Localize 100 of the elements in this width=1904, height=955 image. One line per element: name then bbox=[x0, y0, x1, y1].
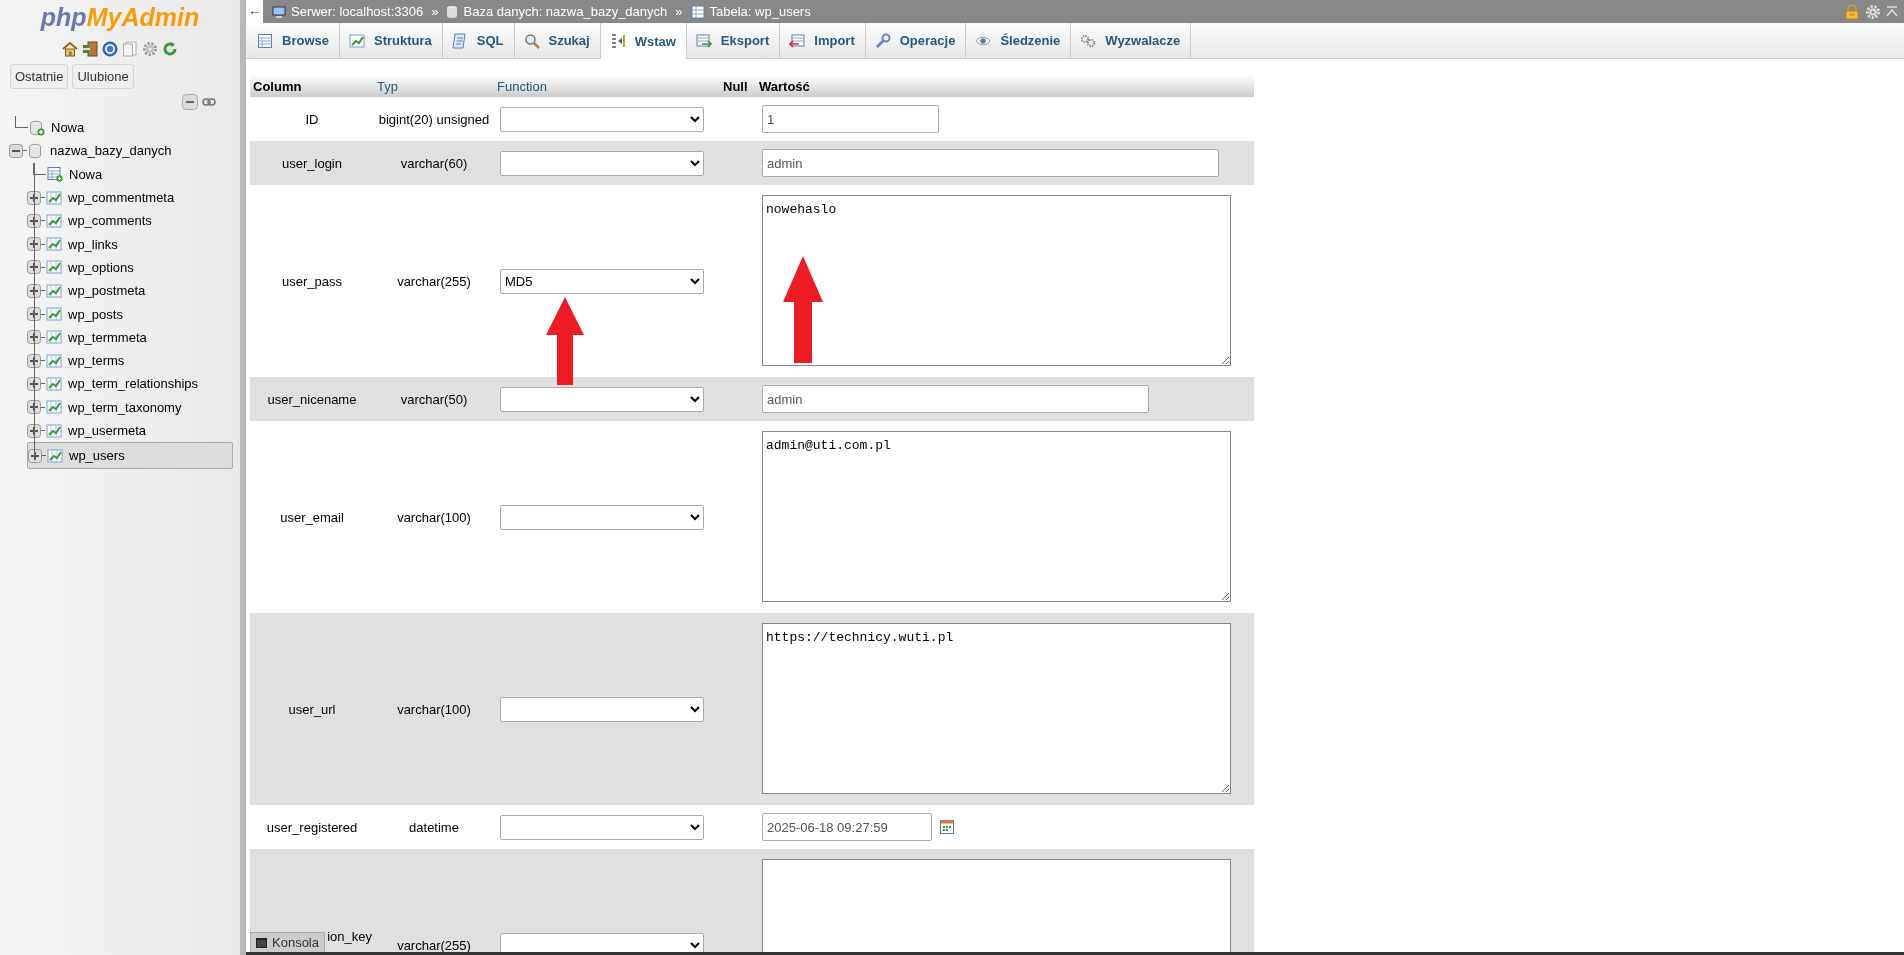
expand-icon[interactable] bbox=[27, 423, 41, 438]
expand-icon[interactable] bbox=[27, 353, 41, 368]
column-type: varchar(50) bbox=[400, 391, 468, 407]
table-chart-icon bbox=[46, 236, 62, 253]
new-table-icon bbox=[47, 166, 63, 183]
table-chart-icon bbox=[46, 399, 62, 416]
insert-rows-icon bbox=[609, 33, 626, 49]
expand-icon[interactable] bbox=[28, 448, 42, 463]
tab[interactable]: Wstaw bbox=[600, 23, 687, 59]
home-icon[interactable] bbox=[62, 41, 78, 57]
table-chart-icon bbox=[46, 352, 62, 369]
tree-item-label[interactable]: wp_users bbox=[63, 448, 125, 464]
tree-item-label[interactable]: Nowa bbox=[63, 166, 103, 182]
table-chart-icon bbox=[46, 212, 62, 229]
column-name: user_registered bbox=[266, 819, 358, 835]
expand-icon[interactable] bbox=[27, 260, 41, 275]
new-database-icon bbox=[29, 119, 45, 136]
tree-item-label[interactable]: wp_postmeta bbox=[62, 283, 146, 299]
column-type: varchar(60) bbox=[400, 155, 468, 171]
settings-icon[interactable] bbox=[142, 41, 158, 57]
value-textarea[interactable]: nowehaslo bbox=[762, 195, 1231, 366]
help-icon[interactable] bbox=[102, 41, 118, 57]
column-type: varchar(255) bbox=[397, 937, 471, 952]
sidebar-button[interactable]: Ulubione bbox=[72, 64, 134, 89]
reload-icon[interactable] bbox=[162, 41, 178, 57]
collapse-icon[interactable] bbox=[9, 143, 23, 158]
column-name: user_url bbox=[288, 701, 336, 717]
breadcrumb-separator: » bbox=[674, 4, 684, 19]
tree-item-label[interactable]: wp_term_relationships bbox=[62, 376, 199, 392]
column-name: ID bbox=[305, 111, 319, 127]
column-header-link[interactable]: Typ bbox=[377, 78, 398, 94]
column-header: Wartość bbox=[759, 78, 810, 94]
table-chart-icon bbox=[46, 189, 62, 206]
breadcrumb-separator: » bbox=[430, 4, 440, 19]
value-textarea[interactable]: https://technicy.wuti.pl bbox=[762, 623, 1231, 794]
column-type: bigint(20) unsigned bbox=[378, 111, 490, 127]
function-select[interactable]: MD5 bbox=[500, 268, 704, 294]
tree-item-label[interactable]: wp_comments bbox=[62, 213, 152, 229]
table-icon bbox=[257, 32, 273, 49]
table-chart-icon bbox=[47, 447, 63, 464]
expand-icon[interactable] bbox=[27, 237, 41, 252]
column-name: user_login bbox=[282, 155, 342, 171]
tree-item-label[interactable]: wp_usermeta bbox=[62, 423, 147, 438]
column-type: varchar(100) bbox=[397, 701, 471, 717]
tree-item-label[interactable]: wp_options bbox=[62, 259, 134, 275]
collapse-all-icon[interactable] bbox=[182, 94, 198, 110]
table-chart-icon bbox=[46, 375, 62, 392]
console-button[interactable]: Konsola bbox=[250, 932, 325, 952]
value-field[interactable]: 1 bbox=[762, 105, 939, 133]
expand-icon[interactable] bbox=[27, 213, 41, 228]
logo[interactable]: phpMyAdmin bbox=[0, 0, 240, 34]
breadcrumb-link[interactable]: Serwer: localhost:3306 bbox=[291, 4, 424, 19]
chart-icon bbox=[348, 32, 365, 49]
expand-icon[interactable] bbox=[27, 330, 41, 345]
document-icon bbox=[451, 32, 468, 49]
tree-item-label[interactable]: wp_term_taxonomy bbox=[62, 399, 182, 415]
tree-item-label[interactable]: wp_posts bbox=[62, 306, 123, 322]
sidebar-button[interactable]: Ostatnie bbox=[10, 64, 69, 89]
search-icon bbox=[523, 32, 540, 49]
table-chart-icon bbox=[46, 282, 62, 299]
expand-icon[interactable] bbox=[27, 307, 41, 321]
column-header: Null bbox=[723, 78, 748, 94]
monitor-icon bbox=[272, 4, 286, 19]
table-chart-icon bbox=[46, 306, 62, 322]
column-header-link[interactable]: Function bbox=[497, 78, 547, 94]
tree-item-label[interactable]: Nowa bbox=[45, 120, 85, 136]
expand-icon[interactable] bbox=[27, 376, 41, 391]
tree-item-label[interactable]: wp_commentmeta bbox=[62, 190, 175, 206]
column-name: user_nicename bbox=[267, 391, 357, 407]
back-button[interactable]: ← bbox=[246, 0, 263, 23]
gears-icon bbox=[1080, 32, 1097, 49]
column-type: varchar(255) bbox=[397, 273, 471, 289]
tree-item-label[interactable]: wp_terms bbox=[62, 353, 125, 369]
date-field[interactable]: 2025-06-18 09:27:59 bbox=[762, 813, 932, 841]
column-name: user_email bbox=[280, 509, 344, 525]
calendar-icon[interactable] bbox=[940, 820, 954, 834]
value-field[interactable]: admin bbox=[762, 149, 1219, 177]
console-icon bbox=[256, 937, 267, 948]
tree-item-label[interactable]: wp_links bbox=[62, 236, 118, 252]
table-icon bbox=[690, 4, 705, 19]
expand-icon[interactable] bbox=[27, 400, 41, 415]
column-name: user_pass bbox=[282, 273, 342, 289]
column-type: varchar(100) bbox=[397, 509, 471, 525]
column-name: ion_key bbox=[327, 929, 372, 944]
database-icon bbox=[446, 4, 459, 19]
database-icon bbox=[28, 142, 44, 159]
value-textarea[interactable]: admin@uti.com.pl bbox=[762, 431, 1231, 602]
column-type: datetime bbox=[409, 819, 459, 835]
breadcrumb-link[interactable]: Baza danych: nazwa_bazy_danych bbox=[463, 4, 668, 19]
exit-icon[interactable] bbox=[82, 41, 98, 57]
table-chart-icon bbox=[46, 329, 62, 346]
tree-item-label[interactable]: nazwa_bazy_danych bbox=[44, 143, 172, 159]
link-icon[interactable] bbox=[202, 97, 216, 107]
tree-item-label[interactable]: wp_termmeta bbox=[62, 329, 147, 345]
breadcrumb-link[interactable]: Tabela: wp_users bbox=[709, 4, 811, 19]
expand-icon[interactable] bbox=[27, 283, 41, 298]
table-chart-icon bbox=[46, 259, 62, 276]
table-chart-icon bbox=[46, 422, 62, 439]
expand-icon[interactable] bbox=[27, 190, 41, 205]
value-field[interactable]: admin bbox=[762, 385, 1149, 413]
